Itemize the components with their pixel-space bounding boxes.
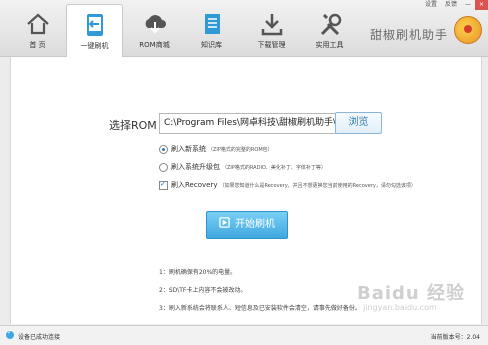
browse-button[interactable]: 浏览 xyxy=(335,112,382,134)
brand-name: 甜椒刷机助手 xyxy=(370,28,449,42)
minimize-button[interactable]: — xyxy=(461,0,475,10)
connection-status: 设备已成功连接 xyxy=(18,334,61,341)
notes-list: 1：刷机确保有20%的电量。 2：SD\TF卡上内容不会被改动。 3：刷入新系统… xyxy=(159,267,361,321)
radio-selected-icon[interactable] xyxy=(159,145,168,154)
tab-home[interactable]: 首 页 xyxy=(10,4,65,55)
tab-utilities[interactable]: 实用工具 xyxy=(302,4,357,55)
radio-unselected-icon[interactable] xyxy=(159,163,168,172)
option-hint: （ZIP格式的RADIO、美化补丁、字体补丁等） xyxy=(222,165,326,171)
note-item: 3：刷入新系统会将联系人、短信息及已安装软件会清空，请事先做好备份。 xyxy=(159,305,361,312)
settings-menu[interactable]: 设置 xyxy=(421,0,441,10)
version-label: 当前版本号：2.04 xyxy=(430,334,480,341)
option-hint: （如果您知道什么是Recovery，并且不想更换您当前使用的Recovery，请… xyxy=(219,183,416,189)
option-hint: （ZIP格式的完整的ROM包） xyxy=(208,147,273,153)
tab-knowledge-base-label: 知识库 xyxy=(201,41,222,49)
note-item: 1：刷机确保有20%的电量。 xyxy=(159,269,237,276)
pepper-logo-icon xyxy=(454,16,482,44)
status-bar: 设备已成功连接 当前版本号：2.04 xyxy=(0,325,488,345)
tab-download-manager-label: 下载管理 xyxy=(257,41,286,49)
tab-knowledge-base[interactable]: 知识库 xyxy=(184,4,239,55)
app-window: 设置 反馈 — × 首 页 一键刷机 ROM商城 知识库 下载管理 实用工具 甜… xyxy=(0,0,488,345)
connected-check-icon xyxy=(6,329,14,339)
brand-logo: 甜椒刷机助手 xyxy=(370,14,482,50)
home-icon xyxy=(26,13,49,35)
option-label: 刷入Recovery xyxy=(171,181,218,189)
select-rom-label: 选择ROM xyxy=(109,119,157,132)
note-item: 2：SD\TF卡上内容不会被改动。 xyxy=(159,287,247,294)
tab-rom-store-label: ROM商城 xyxy=(139,41,170,49)
download-cloud-icon xyxy=(145,15,166,34)
tab-one-click-flash[interactable]: 一键刷机 xyxy=(66,4,123,57)
close-button[interactable]: × xyxy=(474,0,488,10)
download-icon xyxy=(261,14,282,36)
watermark-text: Baidu 经验 xyxy=(357,283,466,304)
baidu-watermark: Baidu 经验 jingyan.baidu.com xyxy=(357,279,469,319)
tab-home-label: 首 页 xyxy=(29,41,46,49)
tools-icon xyxy=(320,13,341,36)
document-icon xyxy=(204,14,220,34)
rom-path-input[interactable]: C:\Program Files\网卓科技\甜椒刷机助手\ xyxy=(159,113,351,134)
flash-phone-icon xyxy=(86,14,103,36)
checkbox-checked-icon[interactable] xyxy=(159,180,168,190)
flash-icon xyxy=(219,217,230,228)
top-navigation-bar: 设置 反馈 — × 首 页 一键刷机 ROM商城 知识库 下载管理 实用工具 甜… xyxy=(0,0,488,57)
watermark-url: jingyan.baidu.com xyxy=(363,303,437,312)
start-flash-button[interactable]: 开始刷机 xyxy=(206,211,288,239)
feedback-menu[interactable]: 反馈 xyxy=(441,0,461,10)
tab-rom-store[interactable]: ROM商城 xyxy=(127,4,182,55)
flash-panel: 选择ROM C:\Program Files\网卓科技\甜椒刷机助手\ 浏览 刷… xyxy=(10,57,482,324)
tab-one-click-flash-label: 一键刷机 xyxy=(80,42,109,50)
start-flash-label: 开始刷机 xyxy=(235,219,275,230)
option-label: 刷入系统升级包 xyxy=(171,163,220,171)
tab-utilities-label: 实用工具 xyxy=(315,41,344,49)
option-label: 刷入新系统 xyxy=(171,145,206,153)
window-controls: 设置 反馈 — × xyxy=(421,0,488,10)
tab-download-manager[interactable]: 下载管理 xyxy=(244,4,299,55)
